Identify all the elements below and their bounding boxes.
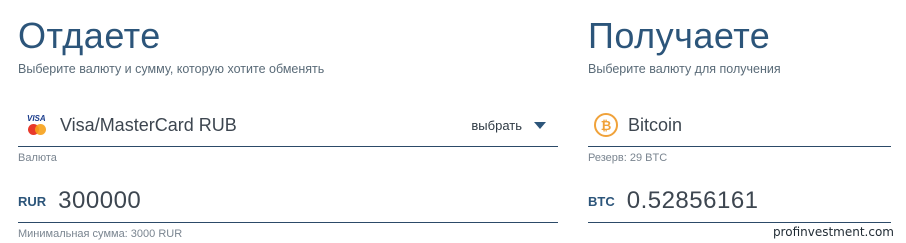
receive-currency-select[interactable]: ₿ Bitcoin — [588, 104, 891, 147]
watermark: profinvestment.com — [772, 225, 894, 239]
receive-currency-name: Bitcoin — [628, 114, 683, 135]
receive-reserve-hint: Резерв: 29 BTC — [588, 152, 668, 164]
give-amount-input[interactable]: 300000 — [58, 187, 141, 215]
give-amount-field[interactable]: RUR 300000 — [18, 180, 558, 223]
give-title: Отдаете — [18, 15, 161, 56]
receive-title: Получаете — [588, 15, 771, 56]
receive-amount-code: BTC — [588, 193, 615, 209]
give-currency-hint: Валюта — [18, 152, 57, 164]
receive-subtitle: Выберите валюту для получения — [588, 62, 781, 76]
chevron-down-icon — [534, 121, 546, 129]
receive-amount-field[interactable]: BTC 0.52856161 — [588, 180, 891, 223]
give-currency-select[interactable]: VISA Visa/MasterCard RUB выбрать — [18, 104, 558, 147]
give-subtitle: Выберите валюту и сумму, которую хотите … — [18, 62, 325, 76]
receive-amount-value[interactable]: 0.52856161 — [627, 187, 759, 215]
bitcoin-icon: ₿ — [594, 113, 618, 137]
give-amount-hint: Минимальная сумма: 3000 RUR — [18, 228, 183, 240]
select-label: выбрать — [471, 117, 522, 133]
give-currency-name: Visa/MasterCard RUB — [60, 114, 237, 135]
give-amount-code: RUR — [18, 193, 47, 209]
visa-mastercard-icon: VISA — [24, 112, 50, 138]
currency-select-button[interactable]: выбрать — [471, 118, 546, 133]
